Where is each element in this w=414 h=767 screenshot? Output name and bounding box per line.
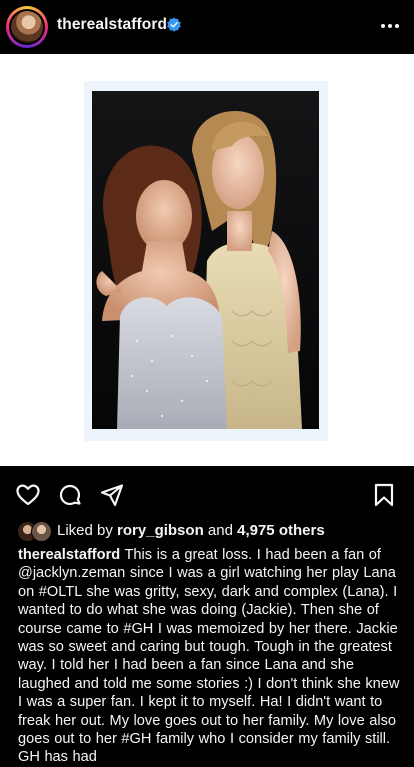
photo-illustration [92,91,319,429]
post-caption: therealstafford This is a great loss. I … [18,546,400,767]
comment-icon[interactable] [57,482,83,508]
post-image[interactable] [0,54,414,466]
liker-avatar [31,521,52,542]
likes-count[interactable]: 4,975 others [237,522,325,539]
action-bar [0,472,414,516]
heart-icon[interactable] [15,482,41,508]
post-photo [92,91,319,429]
post-username[interactable]: therealstafford [57,16,167,34]
caption-username[interactable]: therealstafford [18,547,120,563]
post-header: therealstafford [0,0,414,54]
bookmark-icon[interactable] [371,482,397,508]
likes-text: Liked by rory_gibson and 4,975 others [57,522,325,539]
profile-avatar[interactable] [6,6,48,48]
likes-row[interactable]: Liked by rory_gibson and 4,975 others [0,518,414,544]
more-options-icon[interactable] [380,16,400,36]
verified-badge-icon [167,17,181,32]
avatar-inner-ring [9,9,45,45]
likes-prefix: Liked by [57,522,118,539]
likes-middle: and [203,522,238,539]
share-icon[interactable] [99,482,125,508]
liker-username[interactable]: rory_gibson [117,522,204,539]
photo-frame [84,81,328,441]
avatar-photo [11,11,43,43]
caption-text: This is a great loss. I had been a fan o… [18,547,400,766]
